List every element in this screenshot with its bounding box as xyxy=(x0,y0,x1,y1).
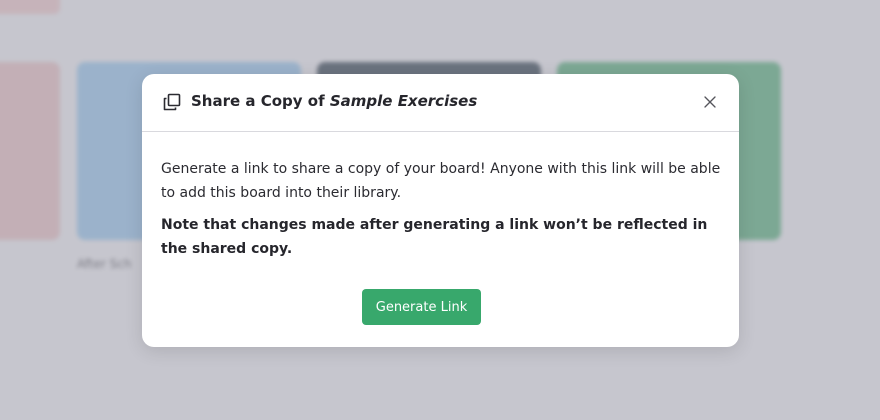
dialog-title-prefix: Share a Copy of xyxy=(191,92,330,110)
generate-link-button[interactable]: Generate Link xyxy=(362,289,481,325)
copy-icon xyxy=(163,93,181,111)
close-button[interactable] xyxy=(699,91,721,113)
close-icon xyxy=(704,93,716,112)
share-copy-dialog: Share a Copy of Sample Exercises Generat… xyxy=(142,74,739,347)
dialog-note: Note that changes made after generating … xyxy=(161,217,708,257)
board-name: Sample Exercises xyxy=(329,92,478,110)
dialog-title: Share a Copy of Sample Exercises xyxy=(191,92,477,110)
dialog-header: Share a Copy of Sample Exercises xyxy=(142,74,739,132)
dialog-description: Generate a link to share a copy of your … xyxy=(161,161,721,201)
dialog-body: Generate a link to share a copy of your … xyxy=(161,157,721,261)
